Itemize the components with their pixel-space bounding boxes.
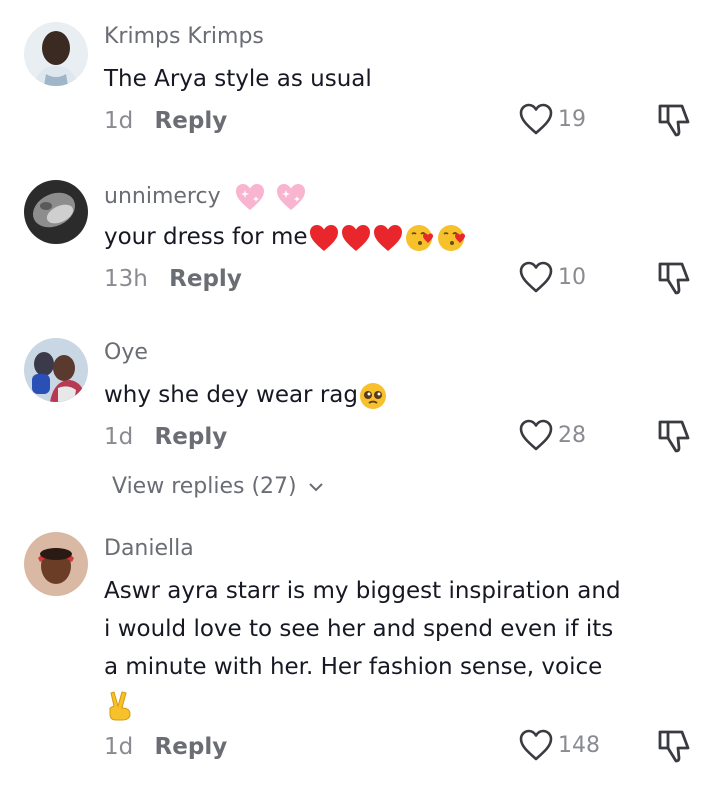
like-button[interactable]: 148	[518, 728, 600, 762]
victory-hand-emoji-icon	[106, 690, 134, 726]
view-replies-label: View replies (27)	[112, 474, 297, 499]
thumbs-down-icon	[658, 730, 690, 763]
thumbs-down-icon	[658, 104, 690, 137]
avatar[interactable]	[24, 180, 88, 244]
red-heart-emoji-icon	[373, 224, 402, 251]
red-heart-emoji-icon	[341, 224, 370, 251]
reply-button[interactable]: Reply	[155, 108, 228, 134]
reply-button[interactable]: Reply	[155, 734, 228, 760]
like-button[interactable]: 28	[518, 418, 586, 452]
heart-outline-icon	[519, 261, 553, 293]
comment-meta: 1d Reply	[104, 734, 227, 760]
thumbs-down-icon	[658, 420, 690, 453]
comment-username[interactable]: Oye	[104, 340, 148, 365]
heart-outline-icon	[519, 103, 553, 135]
sparkling-heart-emoji-icon	[276, 184, 305, 210]
dislike-button[interactable]	[656, 260, 694, 296]
chevron-down-icon	[308, 483, 323, 492]
comment-meta: 1d Reply	[104, 108, 227, 134]
pleading-face-emoji-icon	[359, 382, 386, 409]
like-count: 10	[558, 264, 586, 290]
like-count: 28	[558, 422, 586, 448]
comment-meta: 1d Reply	[104, 424, 227, 450]
comment-text: why she dey wear rag	[104, 376, 644, 414]
reply-button[interactable]: Reply	[169, 266, 242, 292]
comment-username[interactable]: Daniella	[104, 536, 194, 561]
dislike-button[interactable]	[656, 102, 694, 138]
comment-time: 1d	[104, 424, 134, 450]
heart-outline-icon	[519, 729, 553, 761]
reply-button[interactable]: Reply	[155, 424, 228, 450]
comment-username[interactable]: unnimercy	[104, 182, 307, 212]
thumbs-down-icon	[658, 262, 690, 295]
comment-time: 13h	[104, 266, 148, 292]
comment-time: 1d	[104, 108, 134, 134]
kissing-face-emoji-icon	[437, 224, 465, 251]
red-heart-emoji-icon	[309, 224, 338, 251]
like-button[interactable]: 19	[518, 102, 586, 136]
avatar[interactable]	[24, 338, 88, 402]
dislike-button[interactable]	[656, 418, 694, 454]
comment-time: 1d	[104, 734, 134, 760]
comment-text: Aswr ayra starr is my biggest inspiratio…	[104, 578, 621, 680]
like-button[interactable]: 10	[518, 260, 586, 294]
sparkling-heart-emoji-icon	[235, 184, 264, 210]
dislike-button[interactable]	[656, 728, 694, 764]
heart-outline-icon	[519, 419, 553, 451]
comment-text-content: why she dey wear rag	[104, 382, 358, 408]
comment-meta: 13h Reply	[104, 266, 242, 292]
like-count: 148	[558, 732, 600, 758]
comment-text: your dress for me	[104, 218, 644, 256]
avatar[interactable]	[24, 532, 88, 596]
comment-text: The Arya style as usual	[104, 66, 372, 92]
username-text: unnimercy	[104, 184, 221, 209]
avatar[interactable]	[24, 22, 88, 86]
comment-username[interactable]: Krimps Krimps	[104, 24, 264, 49]
view-replies-button[interactable]: View replies (27)	[112, 474, 324, 499]
kissing-face-emoji-icon	[405, 224, 433, 251]
like-count: 19	[558, 106, 586, 132]
comment-text-content: your dress for me	[104, 224, 308, 250]
